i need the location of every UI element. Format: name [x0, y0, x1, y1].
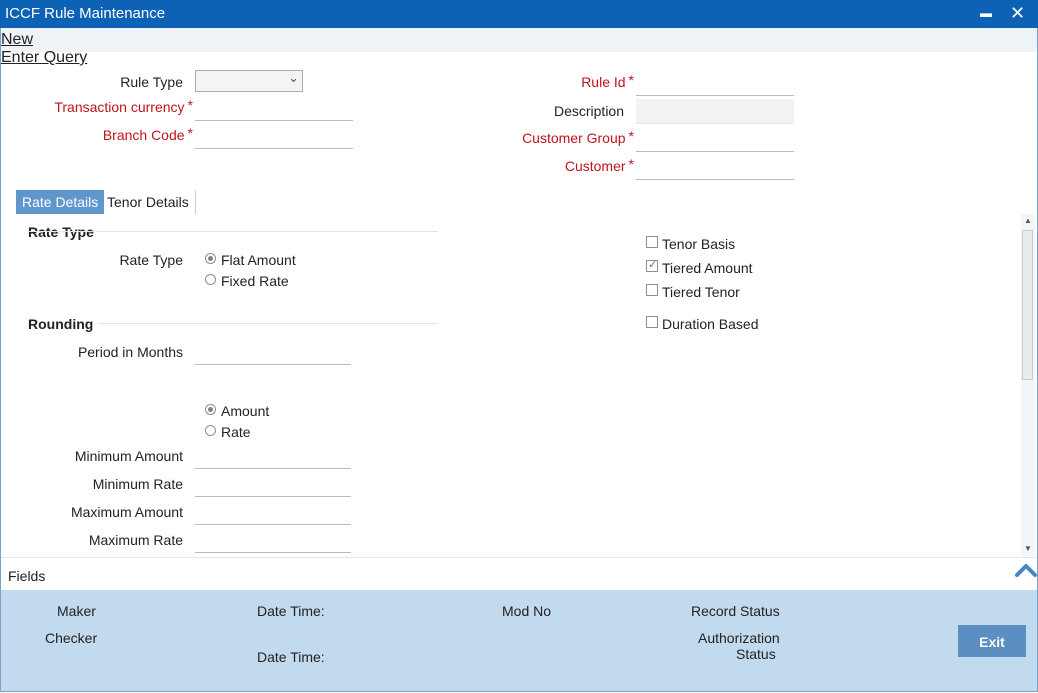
scrollbar-thumb[interactable]: [1022, 230, 1033, 380]
rounding-section-title: Rounding: [28, 316, 94, 332]
window-title: ICCF Rule Maintenance: [5, 5, 166, 22]
vertical-scrollbar[interactable]: ▲ ▼: [1021, 214, 1035, 556]
close-icon[interactable]: ✕: [1010, 1, 1025, 25]
maximum-amount-input[interactable]: [195, 500, 351, 525]
tiered-tenor-label[interactable]: Tiered Tenor: [662, 284, 740, 300]
record-status-label: Record Status: [691, 603, 780, 619]
tenor-basis-label[interactable]: Tenor Basis: [662, 236, 735, 252]
checker-label: Checker: [45, 630, 98, 646]
tab-tenor-details[interactable]: Tenor Details: [101, 190, 196, 214]
maximum-rate-label: Maximum Rate: [88, 532, 183, 548]
duration-based-checkbox[interactable]: [646, 316, 658, 328]
fields-bar: Fields: [1, 557, 1037, 591]
checkmark-icon: ✓: [648, 259, 658, 271]
flat-amount-label[interactable]: Flat Amount: [221, 252, 296, 268]
fixed-rate-radio[interactable]: [205, 274, 216, 285]
rule-type-label: Rule Type: [120, 74, 183, 90]
customer-label: Customer *: [564, 156, 634, 174]
new-link[interactable]: New: [1, 31, 33, 49]
scroll-up-icon[interactable]: ▲: [1024, 216, 1032, 225]
description-label: Description: [553, 103, 624, 119]
mod-no-label: Mod No: [502, 603, 552, 619]
rate-type-section-title: Rate Type: [28, 224, 94, 240]
period-in-months-label: Period in Months: [77, 344, 183, 360]
minimum-amount-label: Minimum Amount: [74, 448, 183, 464]
menu-strip: [1, 28, 1037, 52]
fixed-rate-label[interactable]: Fixed Rate: [221, 273, 289, 289]
customer-group-input[interactable]: [636, 127, 794, 152]
enter-query-link[interactable]: Enter Query: [1, 49, 87, 67]
fields-label[interactable]: Fields: [8, 568, 45, 584]
tenor-basis-checkbox[interactable]: [646, 236, 658, 248]
collapse-up-icon[interactable]: [1014, 561, 1038, 579]
duration-based-label[interactable]: Duration Based: [662, 316, 759, 332]
tab-rate-details[interactable]: Rate Details: [16, 190, 105, 214]
maker-label: Maker: [57, 603, 96, 619]
minimum-amount-input[interactable]: [195, 444, 351, 469]
maximum-amount-label: Maximum Amount: [70, 504, 183, 520]
authorization-label: Authorization: [698, 630, 780, 646]
rule-id-label: Rule Id *: [581, 72, 634, 90]
minimum-rate-label: Minimum Rate: [92, 476, 183, 492]
checker-date-time-label: Date Time:: [257, 649, 325, 665]
rule-id-input[interactable]: [636, 71, 794, 96]
exit-button[interactable]: Exit: [958, 625, 1026, 657]
tiered-tenor-checkbox[interactable]: [646, 284, 658, 296]
rate-radio-label[interactable]: Rate: [221, 424, 251, 440]
transaction-currency-label: Transaction currency *: [54, 97, 193, 115]
tiered-amount-checkbox[interactable]: ✓: [646, 259, 658, 272]
branch-code-label: Branch Code *: [102, 125, 193, 143]
customer-group-label: Customer Group *: [522, 128, 634, 146]
rate-type-divider: [28, 231, 438, 232]
minimize-icon[interactable]: ▬: [980, 1, 992, 25]
rounding-divider: [98, 323, 438, 324]
rate-radio[interactable]: [205, 425, 216, 436]
branch-code-input[interactable]: [195, 124, 353, 149]
rule-type-select[interactable]: ⌄: [195, 70, 303, 92]
chevron-down-icon: ⌄: [288, 70, 299, 85]
amount-radio[interactable]: [205, 404, 216, 415]
tiered-amount-label[interactable]: Tiered Amount: [662, 260, 753, 276]
authorization-status-label: Status: [736, 646, 776, 662]
maximum-rate-input[interactable]: [195, 528, 351, 553]
amount-radio-label[interactable]: Amount: [221, 403, 269, 419]
customer-input[interactable]: [636, 155, 794, 180]
scroll-down-icon[interactable]: ▼: [1024, 544, 1032, 553]
transaction-currency-input[interactable]: [195, 96, 353, 121]
description-input[interactable]: [636, 99, 794, 124]
flat-amount-radio[interactable]: [205, 253, 216, 264]
maker-date-time-label: Date Time:: [257, 603, 325, 619]
title-bar: ICCF Rule Maintenance ▬ ✕: [0, 0, 1038, 28]
rate-type-label: Rate Type: [119, 252, 183, 268]
period-in-months-input[interactable]: [195, 340, 351, 365]
minimum-rate-input[interactable]: [195, 472, 351, 497]
